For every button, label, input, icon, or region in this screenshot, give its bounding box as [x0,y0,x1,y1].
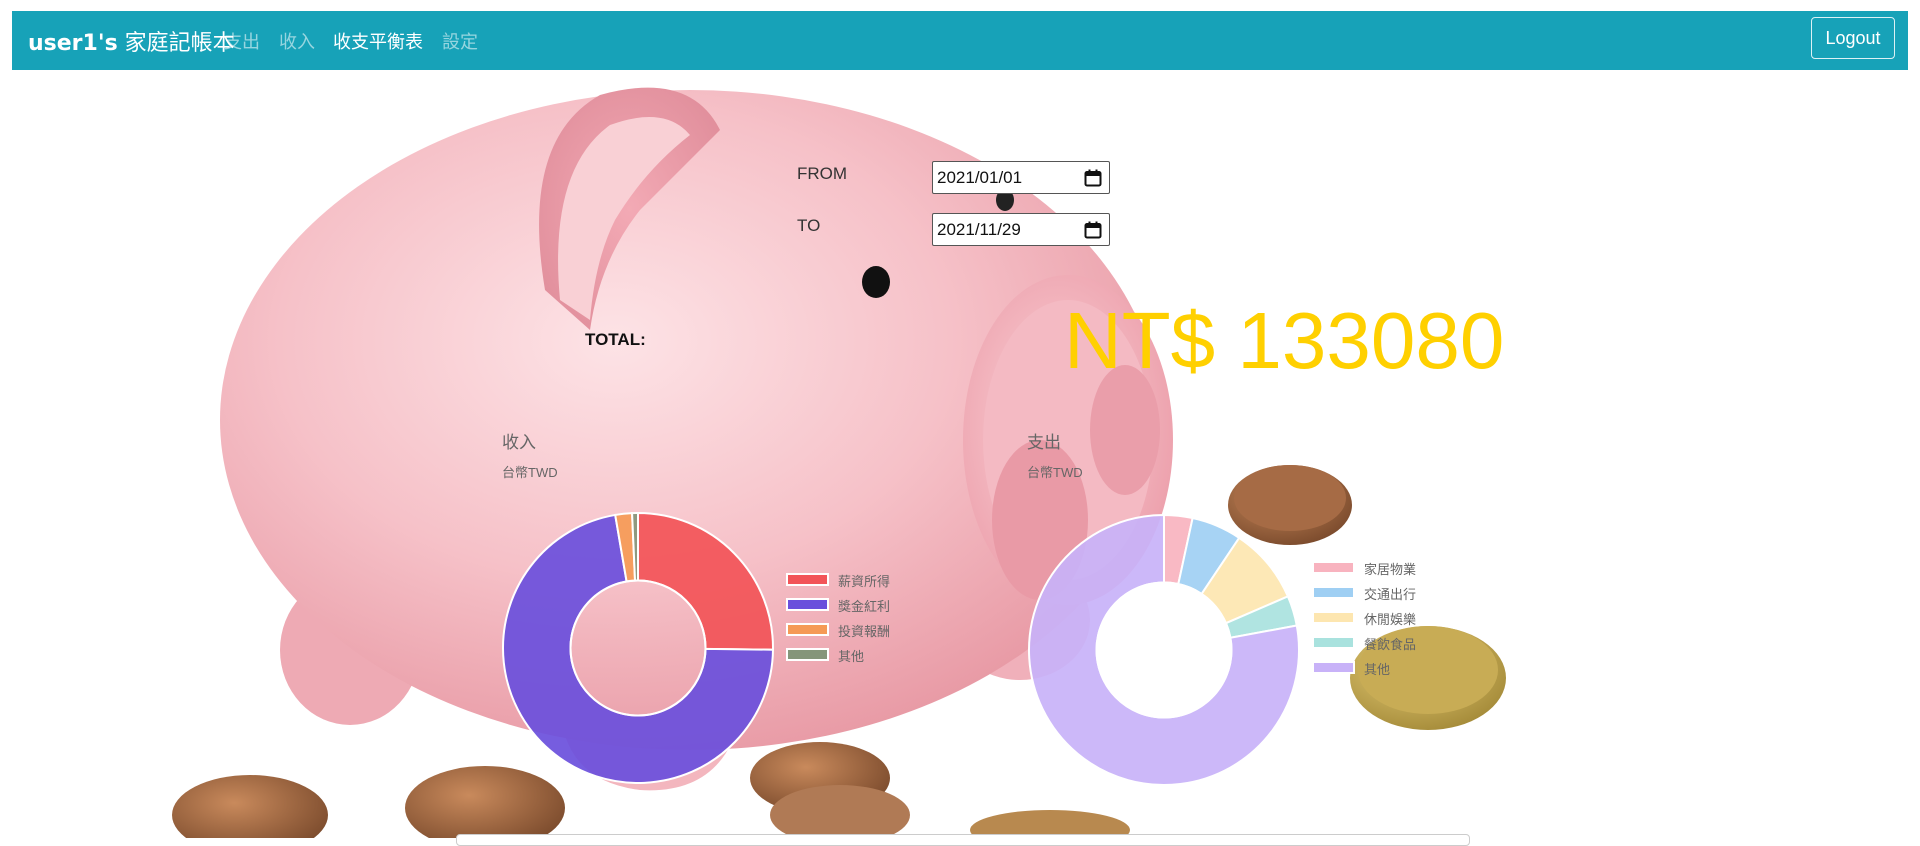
legend-swatch [786,598,829,611]
legend-label: 交通出行 [1364,588,1417,603]
piggy-bank-background-image [172,87,1506,838]
legend-label: 投資報酬 [838,625,891,640]
calendar-icon[interactable] [1084,169,1102,187]
donut-slice-income-0[interactable] [637,511,774,651]
legend-label: 餐飲食品 [1364,638,1417,653]
brand-username: user1's [28,31,118,56]
legend-label: 其他 [1364,663,1391,678]
legend-swatch [1312,561,1355,574]
expense-chart-subtitle: 台幣TWD [1027,465,1083,480]
nav-link-balance-sheet[interactable]: 收支平衡表 [333,28,423,54]
legend-swatch [1312,611,1355,624]
brand-title: 家庭記帳本 [124,31,235,56]
from-label: FROM [797,164,848,183]
legend-swatch [786,648,829,661]
nav-link-settings[interactable]: 設定 [442,28,478,54]
bottom-card [456,834,1470,846]
calendar-icon[interactable] [1084,221,1102,239]
logout-button[interactable]: Logout [1811,17,1895,59]
expense-donut-chart[interactable] [1026,512,1302,788]
donut-hole [569,579,707,717]
expense-chart-legend: 家居物業交通出行休閒娛樂餐飲食品其他 [1312,560,1472,680]
income-donut-chart[interactable] [500,510,776,786]
from-date-input[interactable]: 2021/01/01 [932,161,1110,194]
legend-label: 家居物業 [1364,563,1417,578]
expense-chart-title: 支出 [1027,433,1061,452]
legend-swatch [1312,586,1355,599]
legend-swatch [786,623,829,636]
top-navbar: user1's 家庭記帳本 支出 收入 收支平衡表 設定 Logout [12,11,1908,70]
nav-link-expense[interactable]: 支出 [224,28,260,54]
brand[interactable]: user1's 家庭記帳本 [28,25,235,57]
nav-link-income[interactable]: 收入 [279,28,315,54]
to-date-value: 2021/11/29 [937,220,1021,239]
total-label: TOTAL: [585,330,646,349]
legend-label: 休閒娛樂 [1364,613,1417,628]
legend-swatch [1312,636,1355,649]
total-amount: NT$ 133080 [1064,296,1505,385]
from-date-value: 2021/01/01 [937,168,1023,187]
to-label: TO [797,216,821,235]
legend-label: 薪資所得 [838,575,891,590]
legend-swatch [1312,661,1355,674]
income-chart-title: 收入 [502,433,536,452]
legend-label: 其他 [838,650,865,665]
donut-hole [1095,581,1233,719]
to-date-input[interactable]: 2021/11/29 [932,213,1110,246]
income-chart-subtitle: 台幣TWD [502,465,558,480]
income-chart-legend: 薪資所得獎金紅利投資報酬其他 [786,572,946,672]
legend-swatch [786,573,829,586]
legend-label: 獎金紅利 [838,600,891,615]
